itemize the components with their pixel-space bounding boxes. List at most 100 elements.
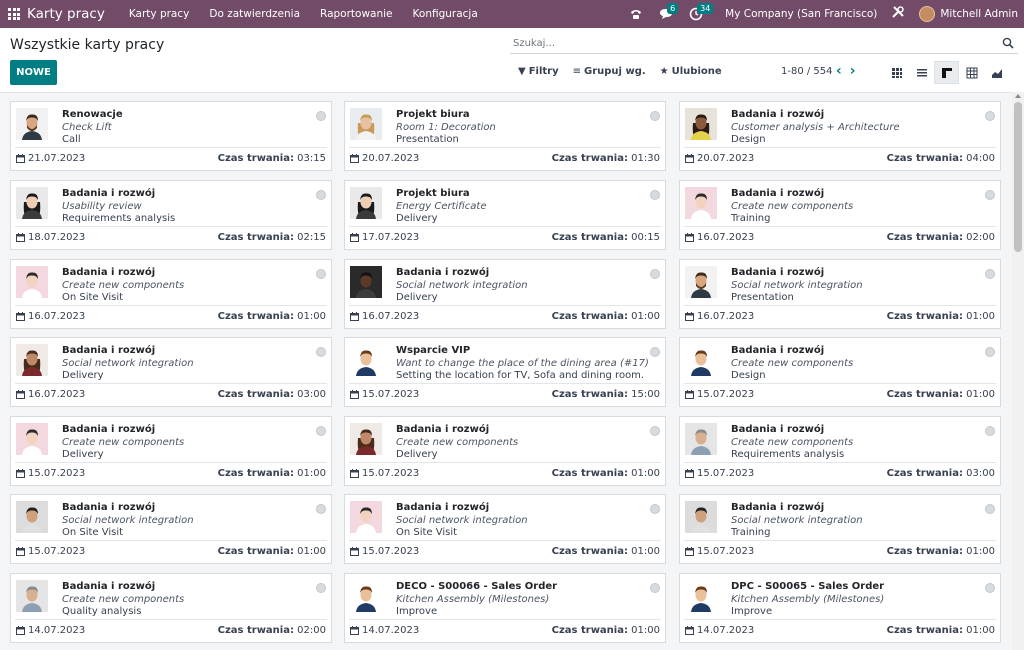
calendar-icon <box>685 469 694 478</box>
status-circle-icon[interactable] <box>650 426 660 436</box>
debug-tools-icon[interactable] <box>887 5 909 23</box>
timesheet-card[interactable]: Badania i rozwój Create new components R… <box>679 416 1001 486</box>
pivot-view-icon[interactable] <box>959 61 984 84</box>
status-circle-icon[interactable] <box>985 269 995 279</box>
status-circle-icon[interactable] <box>650 269 660 279</box>
status-circle-icon[interactable] <box>316 583 326 593</box>
duration-label: Czas trwania: <box>886 389 963 400</box>
card-date-value: 15.07.2023 <box>362 389 420 400</box>
timesheet-card[interactable]: Badania i rozwój Social network integrat… <box>679 494 1001 564</box>
status-circle-icon[interactable] <box>985 347 995 357</box>
status-circle-icon[interactable] <box>985 111 995 121</box>
card-date-value: 15.07.2023 <box>28 546 86 557</box>
timesheet-card[interactable]: Badania i rozwój Create new components D… <box>344 416 666 486</box>
scrollbar[interactable] <box>1012 92 1024 650</box>
status-circle-icon[interactable] <box>985 426 995 436</box>
search-icon[interactable] <box>1002 37 1014 49</box>
status-circle-icon[interactable] <box>316 426 326 436</box>
messages-icon[interactable]: 6 <box>651 0 681 28</box>
company-switcher[interactable]: My Company (San Francisco) <box>725 8 877 20</box>
grid-view-icon[interactable] <box>934 61 959 84</box>
duration-label: Czas trwania: <box>886 468 963 479</box>
timesheet-card[interactable]: Badania i rozwój Social network integrat… <box>10 337 332 407</box>
timesheet-card[interactable]: Badania i rozwój Create new components Q… <box>10 573 332 643</box>
duration-label: Czas trwania: <box>217 546 294 557</box>
status-circle-icon[interactable] <box>650 190 660 200</box>
timesheet-card[interactable]: Badania i rozwój Create new components D… <box>10 416 332 486</box>
card-project: Badania i rozwój <box>62 581 156 592</box>
filters-button[interactable]: ▼ Filtry <box>518 66 559 77</box>
card-divider <box>349 305 661 306</box>
kanban-view-icon[interactable] <box>884 61 909 84</box>
user-menu[interactable]: Mitchell Admin <box>940 8 1018 20</box>
status-circle-icon[interactable] <box>316 111 326 121</box>
menu-item-timesheets[interactable]: Karty pracy <box>119 8 200 20</box>
card-description: On Site Visit <box>62 292 124 303</box>
status-circle-icon[interactable] <box>650 583 660 593</box>
status-circle-icon[interactable] <box>650 504 660 514</box>
status-circle-icon[interactable] <box>316 190 326 200</box>
card-date: 15.07.2023 <box>350 546 419 557</box>
list-view-icon[interactable] <box>909 61 934 84</box>
menu-item-reporting[interactable]: Raportowanie <box>310 8 403 20</box>
duration-label: Czas trwania: <box>886 232 963 243</box>
card-divider <box>15 462 327 463</box>
card-date-value: 15.07.2023 <box>28 468 86 479</box>
timesheet-card[interactable]: Projekt biura Energy Certificate Deliver… <box>344 180 666 250</box>
menu-item-to-validate[interactable]: Do zatwierdzenia <box>199 8 310 20</box>
timesheet-card[interactable]: Badania i rozwój Social network integrat… <box>679 259 1001 329</box>
timesheet-card[interactable]: Wsparcie VIP Want to change the place of… <box>344 337 666 407</box>
timesheet-card[interactable]: Renowacje Check Lift Call 21.07.2023 Cza… <box>10 101 332 171</box>
card-date-value: 14.07.2023 <box>362 625 420 636</box>
search-input[interactable] <box>510 38 990 49</box>
card-date: 17.07.2023 <box>350 232 419 243</box>
timesheet-card[interactable]: Badania i rozwój Usability review Requir… <box>10 180 332 250</box>
card-date: 15.07.2023 <box>685 389 754 400</box>
graph-view-icon[interactable] <box>984 61 1009 84</box>
status-circle-icon[interactable] <box>650 111 660 121</box>
timesheet-card[interactable]: Badania i rozwój Create new components D… <box>679 337 1001 407</box>
employee-avatar <box>16 266 48 298</box>
card-date: 15.07.2023 <box>16 546 85 557</box>
status-circle-icon[interactable] <box>985 583 995 593</box>
user-avatar[interactable] <box>919 6 936 22</box>
pager-value[interactable]: 1-80 / 554 <box>781 66 833 77</box>
status-circle-icon[interactable] <box>985 504 995 514</box>
status-circle-icon[interactable] <box>316 269 326 279</box>
timesheet-card[interactable]: Badania i rozwój Create new components O… <box>10 259 332 329</box>
menu-item-configuration[interactable]: Konfiguracja <box>403 8 488 20</box>
timesheet-card[interactable]: DPC - S00065 - Sales Order Kitchen Assem… <box>679 573 1001 643</box>
duration-label: Czas trwania: <box>217 232 294 243</box>
status-circle-icon[interactable] <box>316 504 326 514</box>
scroll-up-arrow[interactable] <box>1015 94 1021 98</box>
status-circle-icon[interactable] <box>985 190 995 200</box>
apps-menu-icon[interactable] <box>0 0 28 28</box>
timesheet-card[interactable]: Badania i rozwój Social network integrat… <box>344 494 666 564</box>
card-date-value: 16.07.2023 <box>697 311 755 322</box>
timesheet-card[interactable]: Badania i rozwój Customer analysis + Arc… <box>679 101 1001 171</box>
favorites-button[interactable]: ★ Ulubione <box>660 66 722 77</box>
new-button[interactable]: NOWE <box>10 60 57 85</box>
scrollbar-thumb[interactable] <box>1014 102 1022 252</box>
phone-icon[interactable] <box>621 0 651 28</box>
status-circle-icon[interactable] <box>316 347 326 357</box>
pager-previous-icon[interactable]: ‹ <box>836 63 842 79</box>
timesheet-card[interactable]: Badania i rozwój Social network integrat… <box>10 494 332 564</box>
card-duration: Czas trwania: 02:00 <box>887 232 995 243</box>
status-circle-icon[interactable] <box>650 347 660 357</box>
pager-next-icon[interactable]: › <box>850 63 856 79</box>
groupby-button[interactable]: ≡ Grupuj wg. <box>573 66 646 77</box>
timesheet-card[interactable]: Badania i rozwój Social network integrat… <box>344 259 666 329</box>
timesheet-card[interactable]: Projekt biura Room 1: Decoration Present… <box>344 101 666 171</box>
employee-avatar <box>16 108 48 140</box>
card-divider <box>684 147 996 148</box>
card-duration: Czas trwania: 03:00 <box>887 468 995 479</box>
employee-avatar <box>350 580 382 612</box>
app-title[interactable]: Karty pracy <box>27 6 105 22</box>
card-project: Wsparcie VIP <box>396 345 471 356</box>
activities-clock-icon[interactable]: 34 <box>681 0 714 28</box>
card-task: Room 1: Decoration <box>396 122 496 133</box>
timesheet-card[interactable]: Badania i rozwój Create new components T… <box>679 180 1001 250</box>
card-project: Badania i rozwój <box>731 267 825 278</box>
timesheet-card[interactable]: DECO - S00066 - Sales Order Kitchen Asse… <box>344 573 666 643</box>
